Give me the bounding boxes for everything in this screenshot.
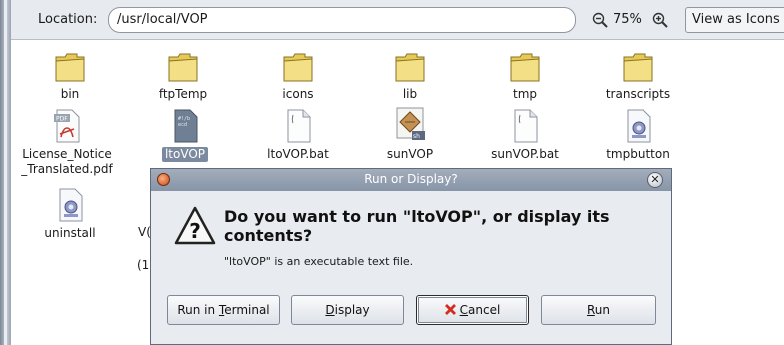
script-file-icon: #!/becd — [174, 109, 198, 143]
file-name: tmp — [512, 87, 537, 101]
binary-file-icon — [59, 188, 83, 222]
display-button[interactable]: Display — [291, 295, 404, 325]
run-in-terminal-button[interactable]: Run in Terminal — [167, 295, 280, 325]
file-name: icons — [282, 87, 314, 101]
svg-text:ecd: ecd — [178, 122, 187, 128]
button-label-prefix: Run in — [177, 303, 219, 317]
file-item[interactable]: lib — [355, 47, 465, 102]
zoom-out-icon[interactable] — [592, 12, 608, 28]
button-label-suffix: erminal — [224, 303, 270, 317]
run-button[interactable]: Run — [541, 295, 656, 325]
location-input[interactable]: /usr/local/VOP — [108, 7, 576, 33]
svg-text:PDF: PDF — [56, 116, 68, 123]
file-name-line1: License_Notice — [22, 147, 112, 161]
obscured-file-size: (1 — [137, 258, 150, 272]
file-name: transcripts — [605, 87, 671, 101]
dialog-description: "ltoVOP" is an executable text file. — [224, 255, 414, 268]
obscured-file-name: V( — [138, 225, 151, 239]
run-or-display-dialog: Run or Display? ✕ ? Do you want to run "… — [150, 168, 672, 345]
file-name: ltoVOP.bat — [267, 147, 329, 161]
view-mode-select[interactable]: View as Icons ▴▾ — [685, 7, 784, 33]
button-mnemonic: C — [459, 303, 469, 317]
dialog-titlebar: Run or Display? ✕ — [151, 169, 671, 191]
folder-icon — [510, 53, 540, 82]
folder-icon — [623, 53, 653, 82]
file-name: ltoVOP — [161, 147, 209, 162]
file-item[interactable]: bin — [15, 47, 125, 102]
button-label-suffix: un — [594, 303, 611, 317]
file-name: uninstall — [44, 226, 96, 240]
cancel-button[interactable]: Cancel — [416, 295, 529, 325]
file-name: sunVOP.bat — [491, 147, 559, 161]
file-item[interactable]: ftpTemp — [128, 47, 238, 102]
dialog-title: Run or Display? — [364, 172, 458, 186]
folder-icon — [395, 53, 425, 82]
file-item-selected[interactable]: #!/b ecd ltoVOP — [130, 107, 240, 162]
button-label-suffix: ancel — [468, 303, 501, 317]
window-frame-edge — [0, 0, 11, 345]
file-item[interactable]: sh sunVOP — [355, 104, 465, 162]
text-file-icon — [514, 109, 538, 143]
file-item[interactable]: tmpbutton — [583, 107, 693, 162]
file-name: sunVOP — [386, 147, 434, 161]
frame-edge-highlight — [4, 0, 7, 345]
file-item[interactable]: ltoVOP.bat — [243, 107, 353, 162]
location-label: Location: — [38, 12, 98, 27]
file-name: tmpbutton — [606, 147, 670, 161]
question-icon: ? — [174, 206, 216, 245]
close-icon[interactable]: ✕ — [647, 172, 663, 188]
dialog-heading: Do you want to run "ltoVOP", or display … — [224, 207, 610, 245]
cancel-x-icon — [444, 304, 456, 315]
file-item[interactable]: sunVOP.bat — [470, 107, 580, 162]
folder-icon — [55, 53, 85, 82]
shell-script-icon: sh — [396, 107, 425, 140]
file-item[interactable]: icons — [243, 47, 353, 102]
file-item[interactable]: PDF License_Notice _Translated.pdf — [12, 107, 122, 177]
location-toolbar: Location: /usr/local/VOP 75% View as Ico… — [11, 0, 784, 40]
binary-file-icon — [627, 109, 651, 143]
file-name: ftpTemp — [158, 87, 208, 101]
file-name-line2: _Translated.pdf — [21, 162, 113, 176]
text-file-icon — [287, 109, 311, 143]
button-mnemonic: D — [325, 303, 335, 317]
file-item[interactable]: transcripts — [583, 47, 693, 102]
svg-text:?: ? — [189, 219, 201, 243]
pdf-icon: PDF — [54, 109, 80, 143]
file-name: lib — [402, 87, 418, 101]
file-item[interactable]: uninstall — [15, 186, 125, 241]
view-mode-value: View as Icons — [692, 12, 780, 27]
zoom-in-icon[interactable] — [652, 12, 668, 28]
svg-text:sh: sh — [413, 133, 420, 140]
folder-icon — [168, 53, 198, 82]
button-mnemonic: R — [586, 303, 595, 317]
zoom-level[interactable]: 75% — [613, 12, 642, 27]
file-name: bin — [60, 87, 80, 101]
button-label-suffix: isplay — [334, 303, 370, 317]
file-item[interactable]: tmp — [470, 47, 580, 102]
folder-icon — [283, 53, 313, 82]
